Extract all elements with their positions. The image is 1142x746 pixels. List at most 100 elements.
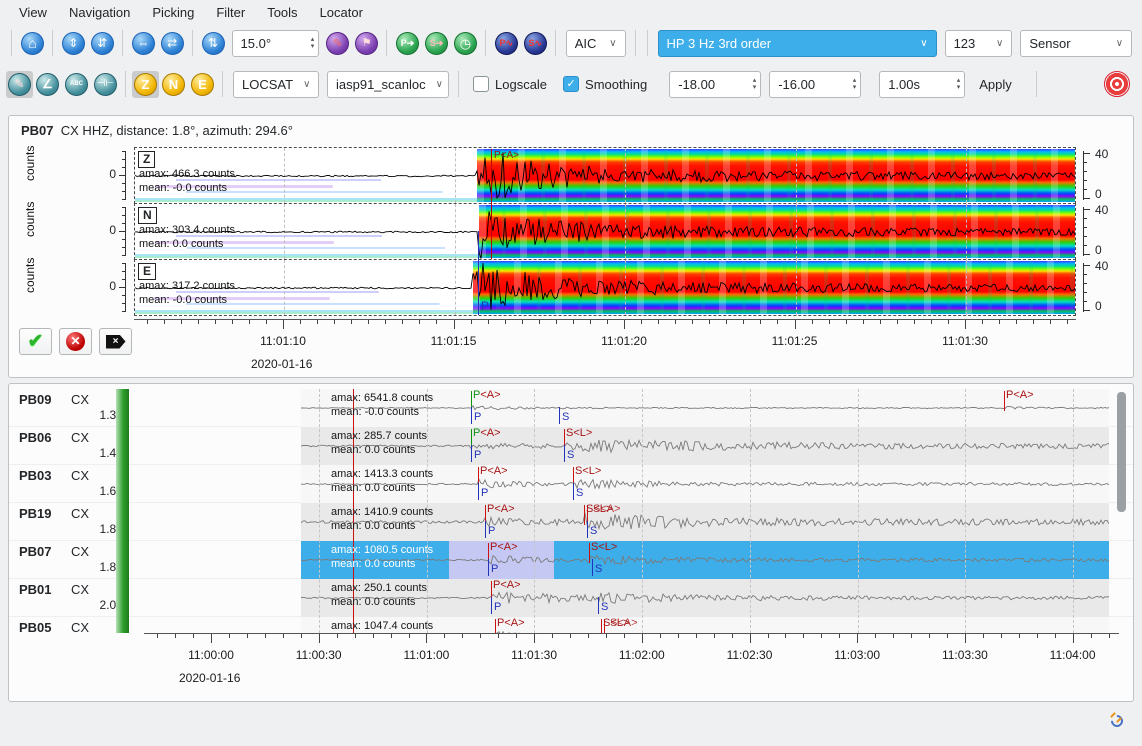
logscale-checkbox[interactable]: Logscale bbox=[473, 76, 547, 92]
trace-z[interactable]: Zamax: 466.3 countsmean: -0.0 counts bbox=[134, 147, 1076, 204]
pick-s-phase-button[interactable] bbox=[524, 32, 547, 55]
apply-picks-button[interactable]: × bbox=[99, 328, 132, 355]
menu-tools[interactable]: Tools bbox=[256, 2, 308, 23]
relocate-target-button[interactable] bbox=[1104, 71, 1130, 97]
annotation-button[interactable] bbox=[65, 73, 88, 96]
pick-s-automatic[interactable] bbox=[589, 543, 590, 563]
filter-combo[interactable]: HP 3 Hz 3rd order ∨ bbox=[658, 30, 937, 57]
component-n-button[interactable]: N bbox=[162, 73, 185, 96]
angle-measure-button[interactable] bbox=[36, 73, 59, 96]
checkbox-unchecked-icon[interactable] bbox=[473, 76, 489, 92]
station-amax: amax: 6541.8 counts bbox=[331, 392, 433, 404]
toolbar-separator bbox=[52, 30, 54, 56]
trace-n[interactable]: Namax: 303.4 countsmean: 0.0 counts bbox=[134, 203, 1076, 260]
connection-plug-icon[interactable] bbox=[1108, 712, 1126, 730]
theoretical-p-marker[interactable] bbox=[478, 483, 479, 500]
apply-button[interactable]: Apply bbox=[969, 72, 1022, 97]
pick-p-automatic[interactable] bbox=[495, 619, 496, 633]
axis-tick-label: 11:01:00 bbox=[403, 648, 449, 662]
axis-minor-tick bbox=[675, 320, 676, 324]
spec-min-spinbox[interactable]: -18.00 ▴▾ bbox=[669, 71, 761, 98]
fit-vertical-button[interactable] bbox=[91, 32, 114, 55]
axis-major-tick bbox=[426, 634, 427, 643]
pick-s-automatic[interactable] bbox=[601, 619, 602, 633]
theoretical-s-marker[interactable] bbox=[598, 597, 599, 614]
pick-p-phase-button[interactable] bbox=[495, 32, 518, 55]
menu-view[interactable]: View bbox=[8, 2, 58, 23]
theoretical-p-label: P bbox=[488, 525, 495, 537]
goto-time-button[interactable] bbox=[454, 32, 477, 55]
pick-p-automatic-late[interactable] bbox=[1004, 391, 1005, 411]
axis-minor-tick bbox=[317, 320, 318, 324]
amplitude-measure-button[interactable] bbox=[94, 73, 117, 96]
pick-flag-button[interactable] bbox=[355, 32, 378, 55]
picker-header: PB07 CX HHZ, distance: 1.8°, azimuth: 29… bbox=[21, 123, 293, 138]
axis-minor-tick bbox=[373, 634, 374, 638]
axis-minor-tick bbox=[999, 320, 1000, 324]
axis-major-tick bbox=[1073, 634, 1074, 643]
traces-area[interactable]: Zamax: 466.3 countsmean: -0.0 countsNama… bbox=[134, 147, 1076, 315]
goto-next-s-button[interactable] bbox=[425, 32, 448, 55]
axis-minor-tick bbox=[732, 634, 733, 638]
theoretical-p-marker[interactable] bbox=[491, 597, 492, 614]
picker-algorithm-combo[interactable]: AIC ∨ bbox=[566, 30, 626, 57]
checkbox-checked-icon[interactable]: ✓ bbox=[563, 76, 579, 92]
theoretical-s-marker[interactable] bbox=[587, 521, 588, 538]
pick-mode-button[interactable] bbox=[8, 73, 31, 96]
theoretical-s-marker[interactable] bbox=[573, 483, 574, 500]
pick-label-p-theoretical: P bbox=[481, 299, 489, 313]
theoretical-s-marker[interactable] bbox=[559, 407, 560, 424]
axis-major-tick bbox=[965, 634, 966, 643]
locator-combo[interactable]: LOCSAT ∨ bbox=[233, 71, 319, 98]
menu-filter[interactable]: Filter bbox=[205, 2, 256, 23]
theoretical-p-marker[interactable] bbox=[471, 445, 472, 462]
zoom-horizontal-out-button[interactable] bbox=[132, 32, 155, 55]
spin-arrows-icon[interactable]: ▴▾ bbox=[741, 77, 757, 91]
unit-combo[interactable]: Sensor ∨ bbox=[1020, 30, 1132, 57]
component-e-button[interactable]: E bbox=[191, 73, 214, 96]
spin-arrows-icon[interactable]: ▴▾ bbox=[841, 77, 857, 91]
axis-minor-tick bbox=[570, 634, 571, 638]
component-n-label: N bbox=[169, 78, 178, 91]
vertical-scrollbar[interactable] bbox=[1117, 392, 1126, 512]
pick-s-automatic[interactable] bbox=[584, 505, 585, 525]
home-view-button[interactable] bbox=[21, 32, 44, 55]
rotation-combo[interactable]: 123 ∨ bbox=[945, 30, 1013, 57]
theoretical-p-marker[interactable] bbox=[485, 521, 486, 538]
spec-max-spinbox[interactable]: -16.00 ▴▾ bbox=[769, 71, 861, 98]
smoothing-checkbox[interactable]: ✓ Smoothing bbox=[563, 76, 647, 92]
theoretical-p-marker[interactable] bbox=[488, 559, 489, 576]
time-window-spinbox[interactable]: 1.00s ▴▾ bbox=[879, 71, 965, 98]
station-mean: mean: 0.0 counts bbox=[331, 558, 415, 570]
time-window-value: 1.00s bbox=[888, 77, 920, 92]
station-amax: amax: 1413.3 counts bbox=[331, 468, 433, 480]
menu-navigation[interactable]: Navigation bbox=[58, 2, 141, 23]
accept-picks-button[interactable]: ✔ bbox=[19, 328, 52, 355]
goto-next-p-button[interactable] bbox=[396, 32, 419, 55]
amplitude-zero-label: 0 bbox=[109, 167, 116, 181]
amplitude-scale-button[interactable] bbox=[202, 32, 225, 55]
component-z-button[interactable]: Z bbox=[134, 73, 157, 96]
freq-bottom-label: 0 bbox=[1095, 299, 1102, 313]
axis-minor-tick bbox=[893, 634, 894, 638]
locator-profile-combo[interactable]: iasp91_scanloc ∨ bbox=[327, 71, 449, 98]
pick-line-p-auto[interactable] bbox=[491, 149, 492, 259]
theoretical-s-marker[interactable] bbox=[564, 445, 565, 462]
theoretical-p-marker[interactable] bbox=[471, 407, 472, 424]
spin-arrows-icon[interactable]: ▴▾ bbox=[299, 36, 315, 50]
pick-line-p-theoretical[interactable] bbox=[478, 231, 479, 315]
menu-locator[interactable]: Locator bbox=[309, 2, 374, 23]
axis-minor-tick bbox=[402, 320, 403, 324]
fit-horizontal-button[interactable] bbox=[161, 32, 184, 55]
picker-tool-button[interactable] bbox=[326, 32, 349, 55]
zoom-vertical-out-button[interactable] bbox=[62, 32, 85, 55]
theoretical-s-marker[interactable] bbox=[592, 559, 593, 576]
reject-picks-button[interactable]: ✕ bbox=[59, 328, 92, 355]
menu-picking[interactable]: Picking bbox=[141, 2, 205, 23]
spin-arrows-icon[interactable]: ▴▾ bbox=[945, 77, 961, 91]
trace-e[interactable]: Eamax: 317.2 countsmean: -0.0 counts bbox=[134, 259, 1076, 316]
theoretical-s-label: S bbox=[601, 601, 608, 613]
station-list-panel: P<A>PSP<A>PB09CX1.3°amax: 6541.8 countsm… bbox=[8, 383, 1134, 702]
axis-minor-tick bbox=[516, 634, 517, 638]
angle-spinbox[interactable]: 15.0° ▴▾ bbox=[232, 30, 320, 57]
